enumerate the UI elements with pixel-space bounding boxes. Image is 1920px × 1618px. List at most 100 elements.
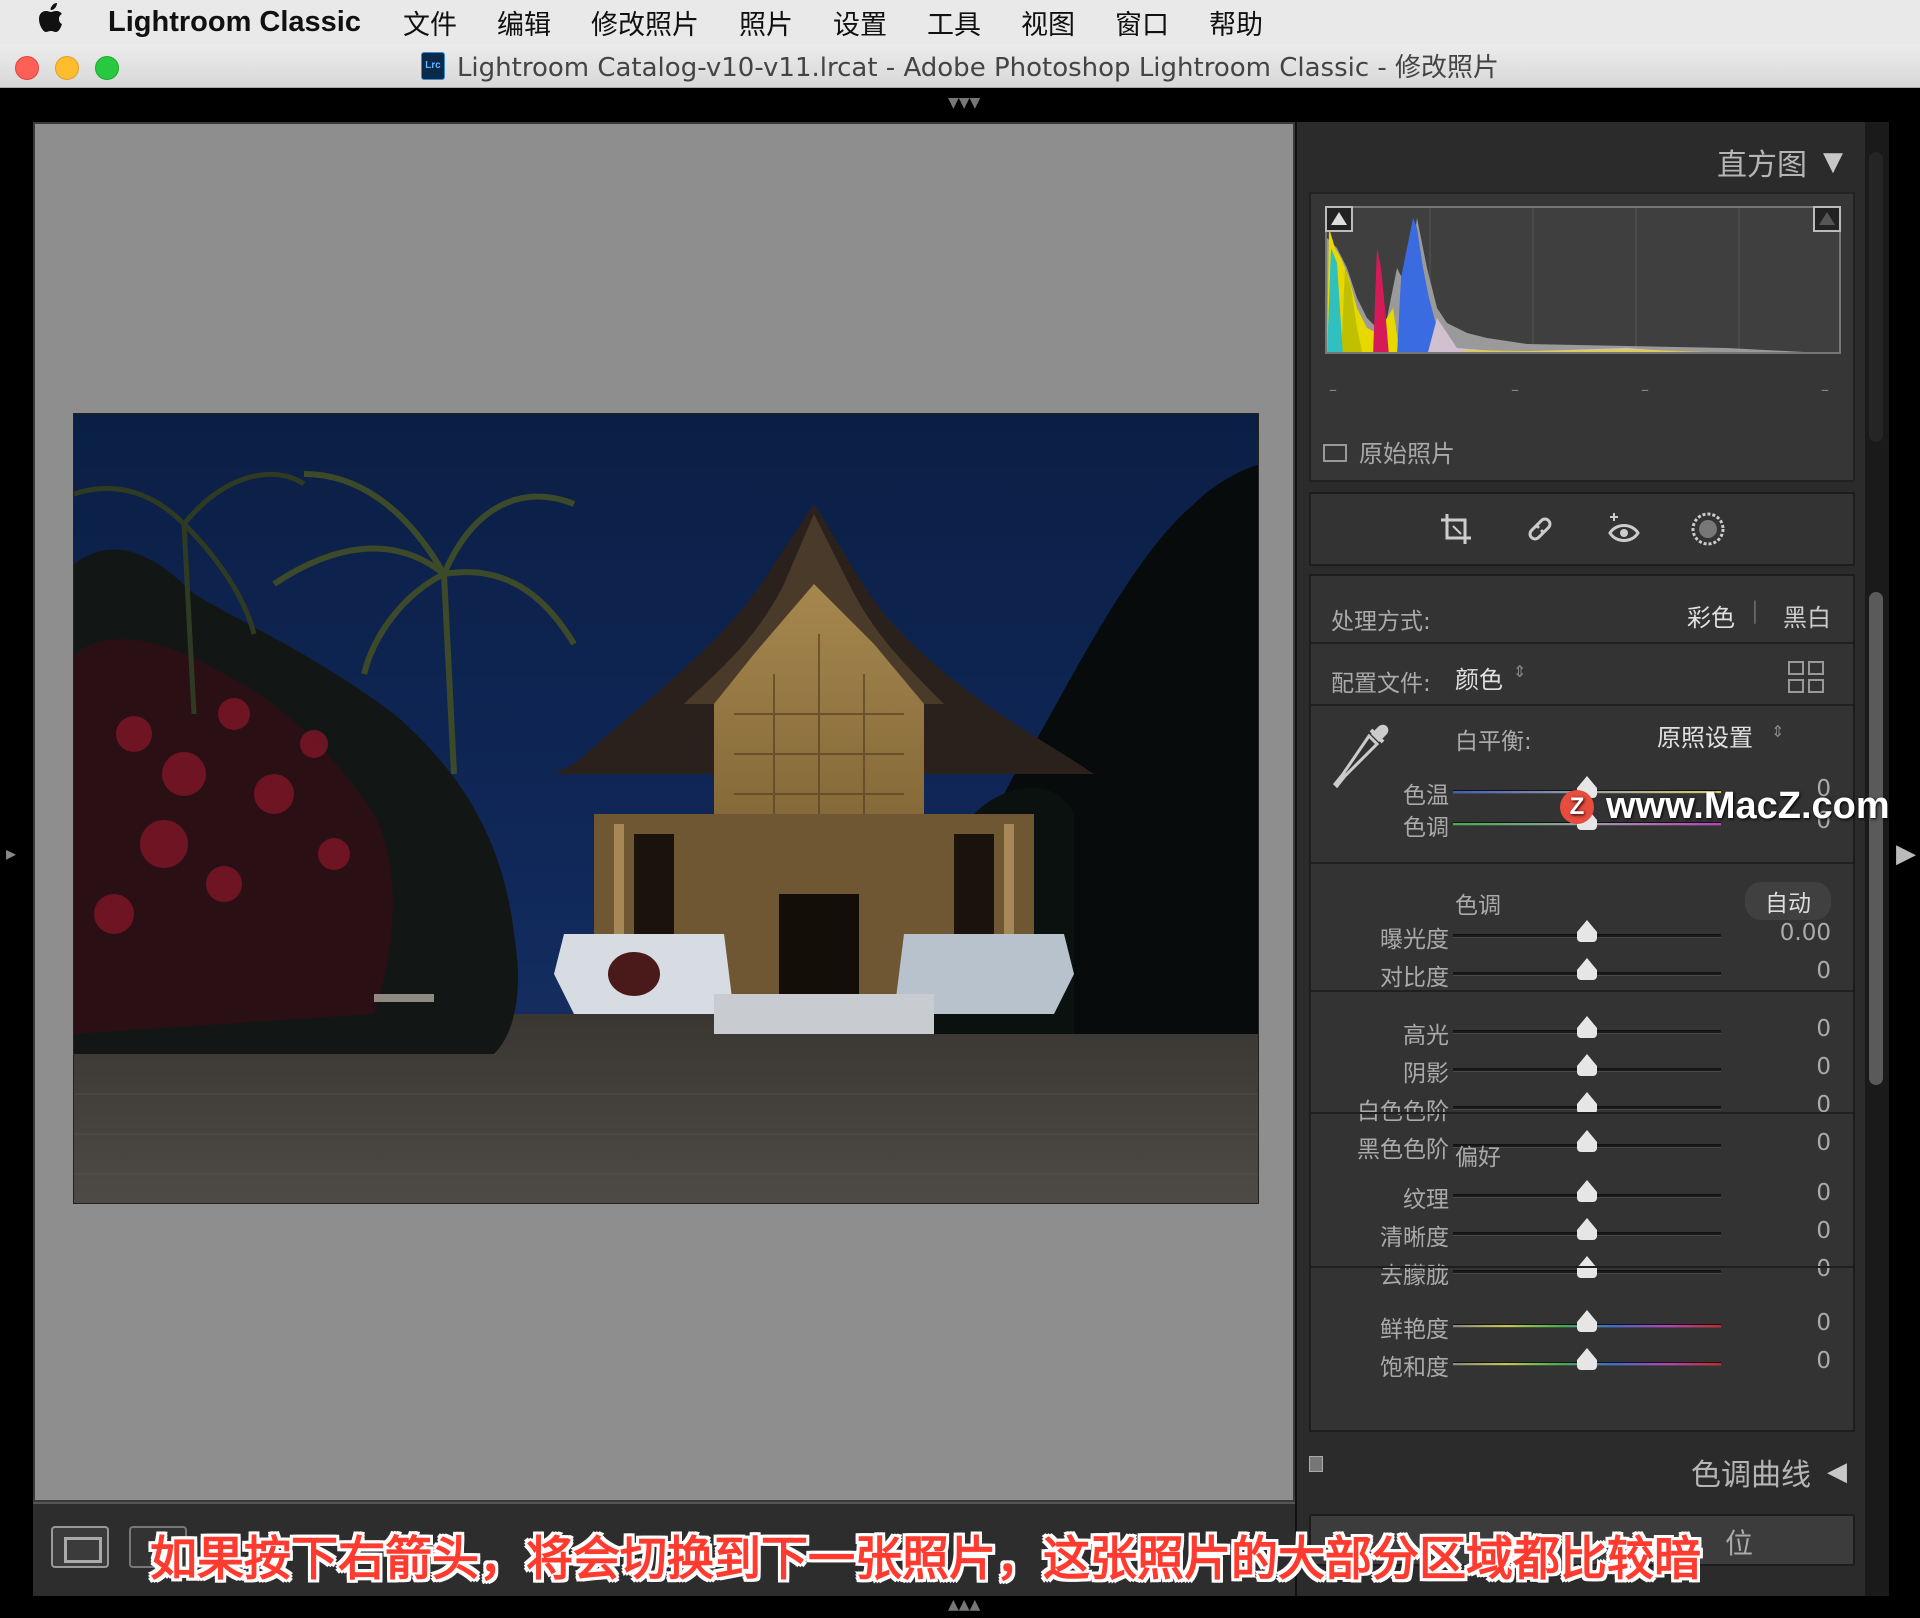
menu-develop[interactable]: 修改照片 bbox=[591, 3, 699, 42]
slider-thumb[interactable] bbox=[1577, 920, 1597, 942]
tint-label: 色调 bbox=[1403, 815, 1449, 841]
slider-value[interactable]: 0 bbox=[1816, 1016, 1831, 1042]
slider-thumb[interactable] bbox=[1577, 1054, 1597, 1076]
slider-label: 清晰度 bbox=[1380, 1225, 1449, 1251]
tone-curve-header[interactable]: 色调曲线 ◀ bbox=[1309, 1442, 1855, 1498]
slider-value[interactable]: 0 bbox=[1816, 1256, 1831, 1282]
updown-arrows-icon: ⇕ bbox=[1513, 662, 1527, 681]
lightroom-app: ▼▼▼ ▸ ▶ 直方图 ▼ – – – – 原始照片 处理方式: 彩色 | 黑白… bbox=[0, 89, 1920, 1618]
slider-thumb[interactable] bbox=[1577, 1348, 1597, 1370]
video-caption: 如果按下右箭头，将会切换到下一张照片，这张照片的大部分区域都比较暗 bbox=[150, 1532, 1701, 1587]
right-panel-toggle-icon[interactable]: ▶ bbox=[1896, 839, 1916, 869]
menu-file[interactable]: 文件 bbox=[403, 3, 457, 42]
divider bbox=[1311, 704, 1853, 706]
slider-label: 饱和度 bbox=[1380, 1355, 1449, 1381]
menu-help[interactable]: 帮助 bbox=[1209, 3, 1263, 42]
slider-value[interactable]: 0 bbox=[1816, 1130, 1831, 1156]
white-balance-label: 白平衡: bbox=[1455, 729, 1532, 755]
slider-value[interactable]: 0 bbox=[1816, 1310, 1831, 1336]
top-panel-toggle-icon[interactable]: ▼▼▼ bbox=[948, 95, 980, 111]
histo-tick: – bbox=[1821, 380, 1829, 399]
profile-browser-grid-icon[interactable] bbox=[1787, 660, 1827, 698]
slider-thumb[interactable] bbox=[1577, 958, 1597, 980]
divider bbox=[1311, 1112, 1853, 1114]
auto-tone-button[interactable]: 自动 bbox=[1745, 882, 1831, 920]
highlight-clipping-toggle[interactable] bbox=[1813, 206, 1841, 232]
menu-view[interactable]: 视图 bbox=[1021, 3, 1075, 42]
treatment-divider: | bbox=[1751, 598, 1759, 624]
menu-photo[interactable]: 照片 bbox=[739, 3, 793, 42]
macz-logo-icon: Z bbox=[1560, 789, 1594, 824]
photo-preview[interactable] bbox=[73, 413, 1259, 1204]
apple-icon[interactable] bbox=[38, 3, 88, 41]
treatment-bw-option[interactable]: 黑白 bbox=[1783, 598, 1831, 633]
slider-label: 阴影 bbox=[1403, 1061, 1449, 1087]
collapse-triangle-icon[interactable]: ▼ bbox=[1823, 147, 1843, 177]
divider bbox=[1311, 990, 1853, 992]
slider-label: 白色色阶 bbox=[1357, 1099, 1449, 1125]
histogram-title: 直方图 bbox=[1717, 148, 1807, 183]
slider-value[interactable]: 0 bbox=[1816, 1180, 1831, 1206]
reset-button-label: 位 bbox=[1724, 1527, 1753, 1560]
divider bbox=[1311, 642, 1853, 644]
histo-tick: – bbox=[1511, 380, 1519, 399]
slider-thumb[interactable] bbox=[1577, 1092, 1597, 1114]
left-panel-toggle-icon[interactable]: ▸ bbox=[6, 841, 16, 865]
slider-label: 对比度 bbox=[1380, 965, 1449, 991]
slider-value[interactable]: 0 bbox=[1816, 1218, 1831, 1244]
masking-icon[interactable] bbox=[1690, 511, 1726, 547]
menu-edit[interactable]: 编辑 bbox=[497, 3, 551, 42]
shadow-clipping-toggle[interactable] bbox=[1325, 206, 1353, 232]
slider-value[interactable]: 0.00 bbox=[1780, 920, 1831, 946]
loupe-view-button[interactable] bbox=[51, 1526, 109, 1568]
slider-label: 黑色色阶 bbox=[1357, 1137, 1449, 1163]
slider-thumb[interactable] bbox=[1577, 1310, 1597, 1332]
slider-label: 去朦胧 bbox=[1380, 1263, 1449, 1289]
temple-photo bbox=[74, 414, 1258, 1203]
expand-triangle-icon[interactable]: ◀ bbox=[1827, 1457, 1847, 1487]
menu-window[interactable]: 窗口 bbox=[1115, 3, 1169, 42]
slider-value[interactable]: 0 bbox=[1816, 1348, 1831, 1374]
profile-label: 配置文件: bbox=[1331, 671, 1431, 697]
histo-tick: – bbox=[1329, 380, 1337, 399]
panel-toggle-switch[interactable] bbox=[1309, 1456, 1323, 1472]
menu-settings[interactable]: 设置 bbox=[833, 3, 887, 42]
slider-thumb[interactable] bbox=[1577, 1016, 1597, 1038]
watermark-text: www.MacZ.com bbox=[1606, 785, 1890, 827]
crop-icon[interactable] bbox=[1438, 511, 1474, 547]
slider-thumb[interactable] bbox=[1577, 1180, 1597, 1202]
slider-thumb[interactable] bbox=[1577, 1218, 1597, 1240]
minimize-window-button[interactable] bbox=[55, 56, 79, 80]
updown-arrows-icon: ⇕ bbox=[1771, 722, 1785, 741]
tool-strip bbox=[1309, 492, 1855, 566]
tone-curve-title-row: 色调曲线 ◀ bbox=[1691, 1450, 1847, 1494]
zoom-window-button[interactable] bbox=[95, 56, 119, 80]
close-window-button[interactable] bbox=[15, 56, 39, 80]
develop-work-area[interactable] bbox=[33, 122, 1295, 1502]
original-photo-checkbox[interactable] bbox=[1323, 444, 1347, 462]
histogram-header[interactable]: 直方图 ▼ bbox=[1717, 140, 1843, 184]
treatment-label: 处理方式: bbox=[1331, 609, 1431, 635]
scrollbar-thumb[interactable] bbox=[1869, 592, 1883, 1085]
right-panel-scrollbar[interactable] bbox=[1865, 122, 1889, 1596]
window-title-bar: Lrc Lightroom Catalog-v10-v11.lrcat - Ad… bbox=[0, 44, 1920, 88]
treatment-color-option[interactable]: 彩色 bbox=[1687, 598, 1735, 633]
white-balance-dropdown[interactable]: 原照设置 bbox=[1657, 718, 1753, 753]
original-photo-label: 原始照片 bbox=[1359, 440, 1455, 468]
slider-value[interactable]: 0 bbox=[1816, 1092, 1831, 1118]
scrollbar-track-segment bbox=[1869, 152, 1883, 442]
right-panel: 直方图 ▼ – – – – 原始照片 处理方式: 彩色 | 黑白 配置文件: 颜… bbox=[1295, 122, 1865, 1596]
spot-removal-icon[interactable] bbox=[1522, 511, 1558, 547]
profile-dropdown[interactable]: 颜色 bbox=[1455, 660, 1503, 695]
slider-thumb[interactable] bbox=[1577, 1130, 1597, 1152]
bottom-panel-toggle-icon[interactable]: ▲▲▲ bbox=[948, 1597, 980, 1613]
app-menu[interactable]: Lightroom Classic bbox=[108, 6, 361, 39]
slider-label: 鲜艳度 bbox=[1380, 1317, 1449, 1343]
slider-value[interactable]: 0 bbox=[1816, 1054, 1831, 1080]
catalog-document-icon: Lrc bbox=[420, 51, 445, 80]
slider-label: 曝光度 bbox=[1380, 927, 1449, 953]
menu-tools[interactable]: 工具 bbox=[927, 3, 981, 42]
slider-value[interactable]: 0 bbox=[1816, 958, 1831, 984]
red-eye-icon[interactable] bbox=[1606, 511, 1642, 547]
histogram-chart[interactable] bbox=[1325, 206, 1841, 354]
